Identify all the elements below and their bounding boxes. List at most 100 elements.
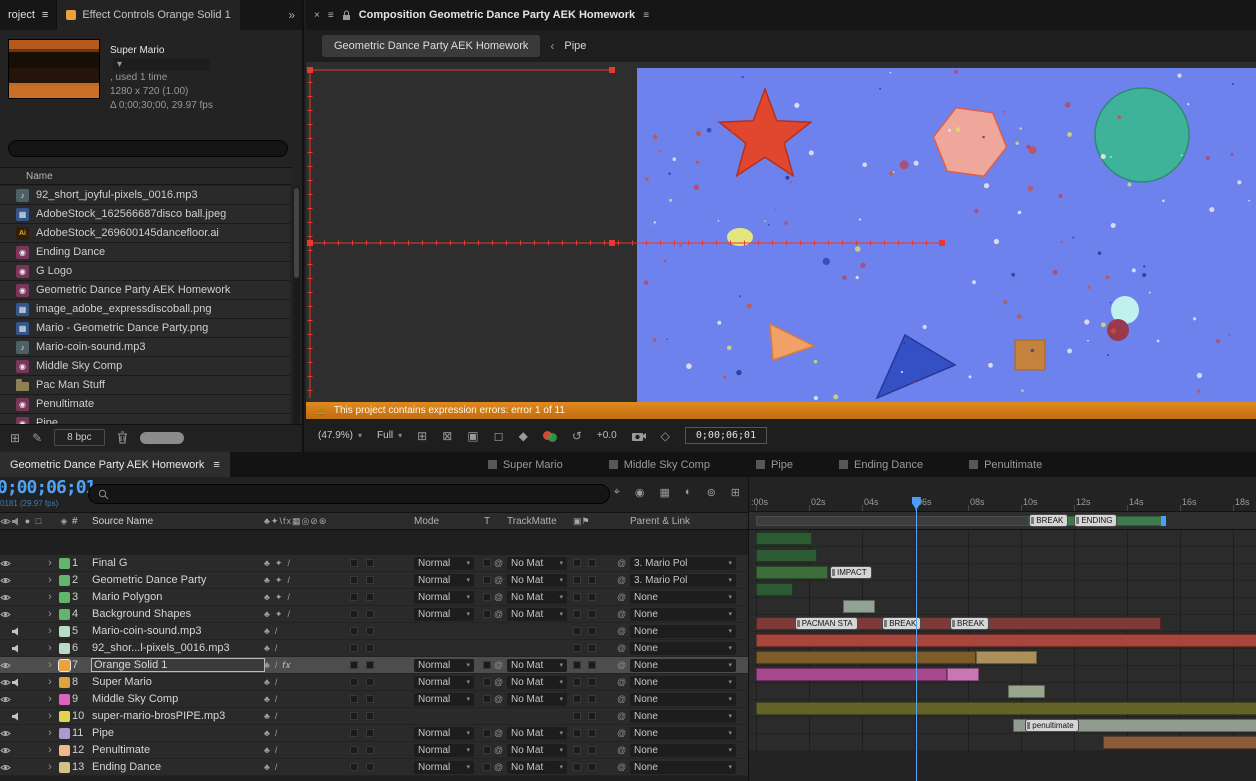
layer-row[interactable]: › 3 Mario Polygon ♣ ✦ / Normal ▾ @ No Mat ▾ @ None ▾	[0, 589, 748, 606]
solo-switch[interactable]	[22, 694, 33, 705]
timeline-tab[interactable]: Penultimate	[969, 459, 1042, 471]
project-item[interactable]: ◉ Pipe	[0, 414, 290, 424]
quality-switch[interactable]: /	[287, 558, 291, 569]
solo-switch[interactable]	[22, 643, 33, 654]
quality-switch[interactable]: /	[275, 694, 279, 704]
layer-switches[interactable]: ♣ ✦ /	[264, 609, 342, 620]
layer-duration-bar[interactable]	[756, 532, 812, 545]
draft-3d-icon[interactable]: ◉	[635, 486, 645, 499]
shy-switch[interactable]: ♣	[264, 592, 271, 603]
layer-expand-icon[interactable]: ›	[44, 761, 56, 773]
layer-name[interactable]: Pipe	[92, 727, 264, 739]
layer-duration-bar[interactable]	[946, 668, 979, 681]
interpret-footage-icon[interactable]: ✎	[32, 431, 42, 445]
layer-color-chip[interactable]	[56, 557, 72, 569]
toggle-box[interactable]	[588, 746, 596, 754]
shy-switch[interactable]: ♣	[264, 575, 271, 586]
layer-duration-bar[interactable]	[1103, 736, 1256, 749]
layer-duration-bar[interactable]	[756, 668, 947, 681]
lock-switch[interactable]	[33, 694, 44, 705]
visibility-eye-icon[interactable]	[0, 660, 11, 671]
shy-switch[interactable]: ♣	[264, 558, 271, 569]
visibility-eye-icon[interactable]	[0, 592, 11, 603]
track-lanes[interactable]: IMPACT PACMAN STA BREAK BREAK penultimate	[749, 530, 1256, 751]
project-item[interactable]: ▦ image_adobe_expressdiscoball.png	[0, 300, 290, 319]
preserve-transparency-toggle[interactable]	[483, 610, 491, 618]
preserve-transparency-header[interactable]: T	[480, 516, 494, 527]
layer-duration-bar[interactable]	[756, 566, 828, 579]
mode-dropdown[interactable]: Normal ▾	[414, 675, 474, 689]
solo-switch[interactable]	[22, 660, 33, 671]
toggle-box[interactable]	[573, 610, 581, 618]
work-area-strip[interactable]: BREAK ENDING	[749, 512, 1256, 530]
layer-marker[interactable]: BREAK	[951, 618, 989, 629]
quality-switch[interactable]: /	[287, 592, 291, 603]
solo-switch[interactable]	[22, 558, 33, 569]
audio-speaker-icon[interactable]	[11, 660, 22, 671]
toggle-box[interactable]	[366, 661, 374, 669]
quality-switch[interactable]: /	[275, 677, 279, 687]
toggle-box[interactable]	[366, 678, 374, 686]
layer-expand-icon[interactable]: ›	[44, 591, 56, 603]
collapse-switch[interactable]: ✦	[275, 592, 284, 603]
layer-color-chip[interactable]	[56, 574, 72, 586]
toggle-box[interactable]	[573, 729, 581, 737]
layer-marker[interactable]: penultimate	[1026, 720, 1078, 731]
lock-switch[interactable]	[33, 558, 44, 569]
preserve-transparency-toggle[interactable]	[483, 576, 491, 584]
layer-switches[interactable]: ♣ /	[264, 677, 342, 687]
toggle-box[interactable]	[588, 627, 596, 635]
lock-switch[interactable]	[33, 575, 44, 586]
panel-menu-icon[interactable]: ≡	[328, 10, 334, 21]
solo-switch[interactable]	[22, 609, 33, 620]
lock-switch[interactable]	[33, 745, 44, 756]
visibility-eye-icon[interactable]	[0, 677, 11, 688]
matte-pickwhip-icon[interactable]: @	[494, 558, 507, 568]
layer-color-chip[interactable]	[56, 608, 72, 620]
toggle-box[interactable]	[588, 610, 596, 618]
quality-switch[interactable]: /	[275, 745, 279, 755]
transparency-grid-icon[interactable]: ◻	[494, 429, 504, 443]
audio-speaker-icon[interactable]	[11, 745, 22, 756]
toggle-box[interactable]	[588, 695, 596, 703]
bit-depth-button[interactable]: 8 bpc	[54, 429, 105, 446]
exposure-value[interactable]: +0.0	[597, 430, 617, 441]
parent-pickwhip-icon[interactable]: @	[617, 745, 630, 755]
toggle-box[interactable]	[588, 763, 596, 771]
time-ruler[interactable]: :00s 02s 04s 06s 08s 10s 12s 14s 16s 18s	[749, 477, 1256, 512]
close-icon[interactable]: ×	[314, 10, 320, 21]
toggle-box[interactable]	[350, 763, 358, 771]
orange-square[interactable]	[1014, 339, 1046, 371]
layer-expand-icon[interactable]: ›	[44, 625, 56, 637]
layer-switches[interactable]: ♣ /	[264, 745, 342, 755]
parent-pickwhip-icon[interactable]: @	[617, 694, 630, 704]
layer-expand-icon[interactable]: ›	[44, 676, 56, 688]
audio-speaker-icon[interactable]	[11, 592, 22, 603]
shy-switch[interactable]: ♣	[264, 728, 271, 738]
preserve-transparency-toggle[interactable]	[483, 695, 491, 703]
parent-dropdown[interactable]: None ▾	[630, 675, 736, 689]
resolution-dropdown[interactable]: Full ▾	[377, 430, 402, 441]
layer-switches[interactable]: ♣ /	[264, 762, 342, 772]
breadcrumb-current[interactable]: Pipe	[564, 40, 586, 52]
timeline-tab[interactable]: Middle Sky Comp	[608, 459, 710, 471]
layer-row[interactable]: › 1 Final G ♣ ✦ / Normal ▾ @ No Mat ▾ @3. Mario Pol…	[0, 555, 748, 572]
motion-blur-icon[interactable]: ⊚	[707, 486, 716, 499]
layer-row[interactable]: › 6 92_shor...l-pixels_0016.mp3 ♣ / @ None ▾	[0, 640, 748, 657]
composition-marker[interactable]: ENDING	[1075, 515, 1117, 526]
parent-link-column-header[interactable]: Parent & Link	[630, 516, 742, 527]
layer-expand-icon[interactable]: ›	[44, 608, 56, 620]
footage-thumbnail[interactable]	[8, 39, 100, 99]
camera-icon[interactable]	[631, 431, 646, 441]
track-matte-dropdown[interactable]: No Mat ▾	[507, 692, 567, 706]
lock-switch[interactable]	[33, 660, 44, 671]
parent-pickwhip-icon[interactable]: @	[617, 762, 630, 772]
audio-speaker-icon[interactable]	[11, 575, 22, 586]
layer-color-chip[interactable]	[56, 710, 72, 722]
visibility-eye-icon[interactable]	[0, 626, 11, 637]
project-tab[interactable]: roject ≡	[0, 0, 56, 30]
layer-row[interactable]: › 8 Super Mario ♣ / Normal ▾ @ No Mat ▾ @ None ▾	[0, 674, 748, 691]
audio-speaker-icon[interactable]	[11, 728, 22, 739]
preserve-transparency-toggle[interactable]	[483, 763, 491, 771]
toggle-box[interactable]	[350, 678, 358, 686]
